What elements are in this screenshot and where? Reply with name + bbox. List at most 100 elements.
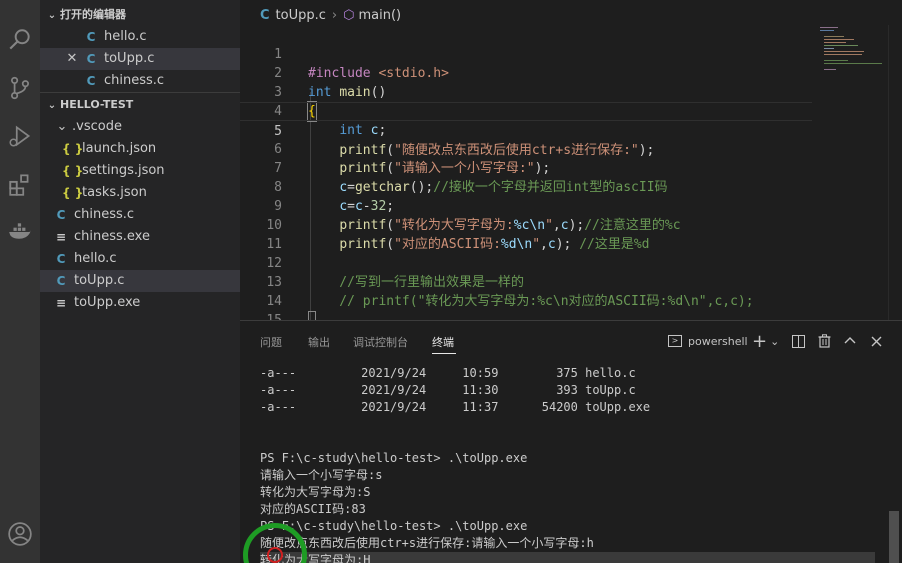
tree-item[interactable]: ≡ toUpp.exe [40,292,240,314]
c-file-icon: C [56,208,66,222]
activity-bar [0,0,40,563]
docker-icon[interactable] [0,212,40,252]
tree-item[interactable]: C toUpp.c [40,270,240,292]
mouse-click-indicator [267,547,283,563]
code-line[interactable]: 13 // printf("转化为大写字母为:%c\n对应的ASCII码:%d\… [240,254,812,309]
tab-terminal[interactable]: 终端 [432,334,454,350]
code-line[interactable]: 2 int main() [240,45,812,100]
c-file-icon: C [86,30,96,44]
search-icon[interactable] [0,20,40,60]
tree-item-label: launch.json [82,141,157,156]
terminal-line: PS F:\c-study\hello-test> .\toUpp.exe [260,451,528,465]
terminal-output[interactable]: -a--- 2021/9/24 10:59 375 hello.c -a--- … [260,365,885,563]
open-editor-item[interactable]: C chiness.c [40,70,240,92]
code-line[interactable]: 14 [240,273,812,309]
tab-problems[interactable]: 问题 [260,334,282,350]
minimap[interactable] [812,25,888,85]
json-file-icon: { } [62,164,84,178]
tree-folder[interactable]: ⌄ .vscode [40,116,240,138]
split-terminal-button[interactable] [792,331,805,351]
project-header[interactable]: ⌄ HELLO-TEST [40,94,240,116]
chevron-down-icon: ⌄ [47,10,57,21]
code-line[interactable]: 4 int c; [240,83,812,138]
open-editor-item[interactable]: C hello.c [40,26,240,48]
terminal-line: 请输入一个小写字母:s [260,468,383,482]
code-line[interactable]: 3 { [240,64,812,122]
breadcrumb-file[interactable]: toUpp.c [276,8,326,23]
terminal-line: -a--- 2021/9/24 11:37 54200 toUpp.exe [260,400,651,414]
extensions-icon[interactable] [0,164,40,204]
editor-scrollbar[interactable] [888,25,902,320]
plus-icon: + [752,330,768,352]
code-line[interactable]: 15 return 0; [240,292,812,320]
close-icon [871,336,882,346]
exe-file-icon: ≡ [55,296,67,310]
new-terminal-button[interactable]: + ⌄ [752,330,779,352]
open-editors-title: 打开的编辑器 [60,8,126,21]
tree-item-label: chiness.c [74,207,135,222]
run-debug-icon[interactable] [0,116,40,156]
tree-item[interactable]: C chiness.c [40,204,240,226]
project-section: ⌄ HELLO-TEST ⌄ .vscode { } launch.json { … [40,92,240,314]
open-editor-label: chiness.c [104,73,165,88]
account-icon[interactable] [0,514,40,554]
code-line[interactable]: 9 printf("转化为大写字母为:%c\n",c);//注意这里的%c [240,178,812,233]
panel-tabs: 问题 输出 调试控制台 终端 > powershell + ⌄ [240,321,902,359]
open-editors-section: ⌄ 打开的编辑器 C hello.c ✕ C toUpp.c C chiness.… [40,4,240,92]
code-editor[interactable]: 1 #include <stdio.h> 2 int main() 3 { 4 … [240,25,902,320]
tree-item[interactable]: C hello.c [40,248,240,270]
active-tab-indicator [432,353,456,354]
code-line[interactable]: 10 printf("对应的ASCII码:%d\n",c); //这里是%d [240,197,812,252]
tree-item[interactable]: ≡ chiness.exe [40,226,240,248]
c-file-icon: C [56,274,66,288]
open-editor-item[interactable]: ✕ C toUpp.c [40,48,240,70]
tree-item[interactable]: { } tasks.json [40,182,240,204]
terminal-scrollbar[interactable] [889,511,899,563]
tree-item-label: tasks.json [82,185,147,200]
explorer-icon[interactable] [0,0,40,10]
open-editor-label: toUpp.c [104,51,155,66]
close-icon[interactable]: ✕ [64,48,80,70]
breadcrumb-symbol[interactable]: main() [358,8,401,23]
code-line[interactable]: 6 printf("请输入一个小写字母:"); [240,121,812,176]
c-file-icon: C [86,52,96,66]
terminal-line-current: 转化为大写字母为:H [260,552,875,563]
code-line[interactable]: 1 #include <stdio.h> [240,26,812,81]
bottom-panel: 问题 输出 调试控制台 终端 > powershell + ⌄ -a--- 20… [240,320,902,563]
tab-output[interactable]: 输出 [308,334,330,350]
terminal-line: 转化为大写字母为:S [260,485,371,499]
maximize-panel-button[interactable] [844,331,856,351]
trash-icon [818,334,831,348]
terminal-line: -a--- 2021/9/24 11:30 393 toUpp.c [260,383,636,397]
tree-item-label: chiness.exe [74,229,150,244]
terminal-line: 随便改点东西改后使用ctr+s进行保存:请输入一个小写字母:h [260,536,594,550]
breadcrumb-separator: › [331,8,338,23]
tree-item-label: toUpp.c [74,273,125,288]
code-line-active[interactable]: 5 printf("随便改点东西改后使用ctr+s进行保存:"); [240,102,812,158]
chevron-down-icon[interactable]: ⌄ [770,335,779,348]
source-control-icon[interactable] [0,68,40,108]
code-line[interactable]: 12 //写到一行里输出效果是一样的 [240,235,812,290]
chevron-down-icon: ⌄ [47,100,57,111]
c-file-icon: C [86,74,96,88]
kill-terminal-button[interactable] [818,331,831,351]
code-line[interactable]: 8 c=c-32; [240,159,812,214]
code-line[interactable]: 7 c=getchar();//接收一个字母并返回int型的ascII码 [240,140,812,195]
symbol-method-icon: ⬡ [343,8,355,23]
close-panel-button[interactable] [871,331,882,351]
open-editors-header[interactable]: ⌄ 打开的编辑器 [40,4,240,26]
terminal-selector[interactable]: > powershell [668,331,748,351]
chevron-down-icon: ⌄ [56,119,68,134]
tree-item[interactable]: { } settings.json [40,160,240,182]
explorer-sidebar: ⌄ 打开的编辑器 C hello.c ✕ C toUpp.c C chiness.… [40,0,240,563]
terminal-icon: > [668,335,682,347]
c-file-icon: C [260,8,270,23]
terminal-line: -a--- 2021/9/24 10:59 375 hello.c [260,366,636,380]
tree-item[interactable]: { } launch.json [40,138,240,160]
project-title: HELLO-TEST [60,98,134,111]
tab-debug-console[interactable]: 调试控制台 [353,334,408,350]
tree-item-label: settings.json [82,163,165,178]
c-file-icon: C [56,252,66,266]
terminal-name: powershell [688,334,748,348]
code-line[interactable]: 11 [240,216,812,252]
